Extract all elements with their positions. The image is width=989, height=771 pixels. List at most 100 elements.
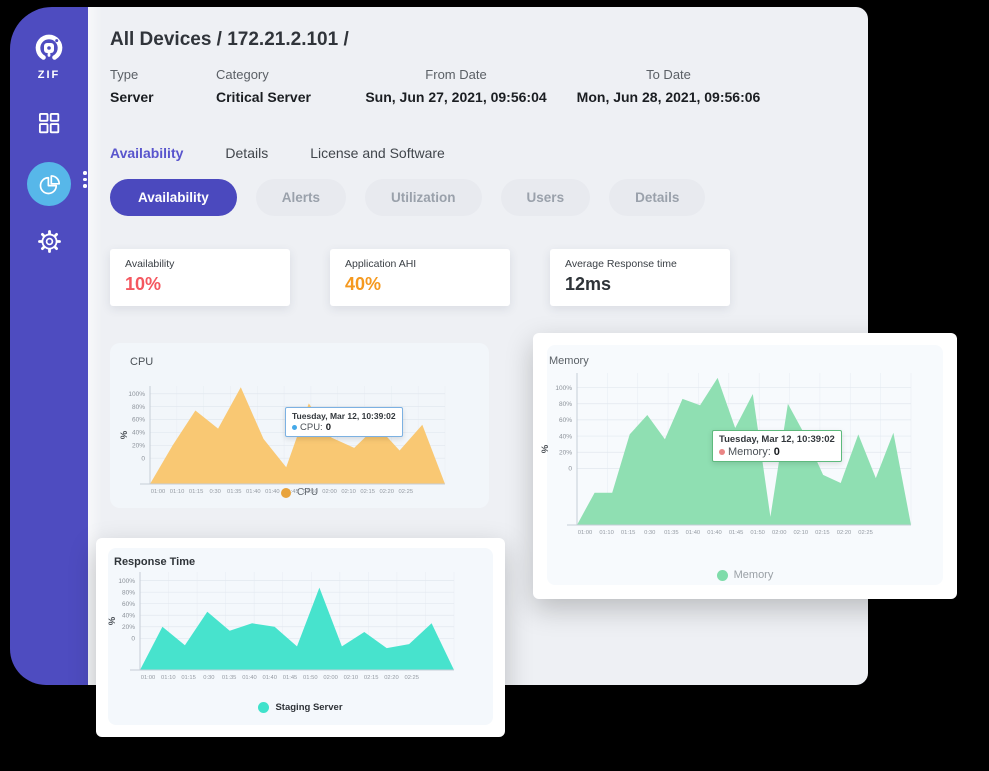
- svg-text:02:10: 02:10: [344, 675, 359, 681]
- sidebar-item-dashboard[interactable]: [36, 109, 63, 136]
- legend-dot: [258, 702, 269, 713]
- gear-icon: [36, 228, 63, 255]
- svg-text:01:00: 01:00: [578, 530, 593, 536]
- field-to-date-label: To Date: [576, 67, 761, 82]
- svg-text:01:15: 01:15: [621, 530, 636, 536]
- svg-text:20%: 20%: [122, 624, 135, 631]
- tooltip-series-label: Memory:: [728, 446, 771, 458]
- memory-chart-card: Memory 100%80%60%40%20%001:0001:1001:150…: [533, 333, 957, 599]
- svg-text:02:15: 02:15: [364, 675, 379, 681]
- metric-label: Average Response time: [565, 258, 730, 270]
- svg-text:20%: 20%: [132, 443, 145, 450]
- svg-text:02:00: 02:00: [772, 530, 787, 536]
- analytics-active-button[interactable]: [27, 162, 71, 206]
- field-from-date-value: Sun, Jun 27, 2021, 09:56:04: [336, 89, 576, 105]
- metric-value: 40%: [345, 274, 510, 295]
- svg-text:01:40: 01:40: [242, 675, 257, 681]
- sidebar-item-settings[interactable]: [36, 228, 63, 255]
- breadcrumb: All Devices / 172.21.2.101 /: [110, 29, 349, 51]
- svg-text:02:20: 02:20: [384, 675, 399, 681]
- cpu-tooltip: Tuesday, Mar 12, 10:39:02 CPU: 0: [285, 407, 403, 437]
- metric-card-availability: Availability 10%: [110, 249, 290, 306]
- svg-text:80%: 80%: [132, 404, 145, 411]
- svg-text:40%: 40%: [132, 430, 145, 437]
- tooltip-date: Tuesday, Mar 12, 10:39:02: [292, 411, 396, 421]
- metric-card-average-response-time: Average Response time 12ms: [550, 249, 730, 306]
- pill-alerts[interactable]: Alerts: [256, 179, 346, 216]
- legend-dot: [717, 570, 728, 581]
- cpu-chart-panel: CPU 100%80%60%40%20%001:0001:1001:150:30…: [110, 343, 489, 508]
- svg-text:60%: 60%: [559, 417, 572, 424]
- metric-label: Application AHI: [345, 258, 510, 270]
- cpu-chart-title: CPU: [130, 356, 153, 368]
- field-type: Type Server: [110, 67, 216, 105]
- dashboard-icon: [36, 110, 62, 136]
- memory-tooltip: Tuesday, Mar 12, 10:39:02 Memory: 0: [712, 430, 842, 462]
- response-time-legend: Staging Server: [96, 702, 505, 713]
- svg-text:%: %: [119, 430, 130, 439]
- cpu-chart[interactable]: 100%80%60%40%20%001:0001:1001:150:3001:3…: [114, 376, 459, 504]
- response-time-chart-card: Response Time 100%80%60%40%20%001:0001:1…: [96, 538, 505, 737]
- svg-text:01:40: 01:40: [686, 530, 701, 536]
- tab-details[interactable]: Details: [225, 145, 268, 161]
- svg-text:100%: 100%: [555, 385, 572, 392]
- field-category-label: Category: [216, 67, 336, 82]
- svg-text:02:15: 02:15: [815, 530, 830, 536]
- field-type-value: Server: [110, 89, 216, 105]
- response-time-chart[interactable]: 100%80%60%40%20%001:0001:1001:150:3001:3…: [102, 564, 470, 690]
- svg-text:0:30: 0:30: [644, 530, 655, 536]
- tooltip-series-dot: [719, 449, 725, 455]
- svg-text:%: %: [107, 616, 118, 625]
- section-tabs: Availability Details License and Softwar…: [110, 145, 445, 161]
- svg-text:0: 0: [568, 466, 572, 473]
- cpu-legend: CPU: [110, 487, 489, 498]
- metric-label: Availability: [125, 258, 290, 270]
- legend-dot: [281, 488, 291, 498]
- svg-text:02:25: 02:25: [858, 530, 873, 536]
- zif-logo-text: ZIF: [38, 69, 61, 81]
- tab-availability[interactable]: Availability: [110, 145, 183, 161]
- svg-text:01:50: 01:50: [750, 530, 765, 536]
- sidebar: ZIF: [10, 7, 88, 685]
- pill-details[interactable]: Details: [609, 179, 705, 216]
- svg-text:01:35: 01:35: [664, 530, 679, 536]
- svg-text:01:45: 01:45: [283, 675, 298, 681]
- metric-card-application-ahi: Application AHI 40%: [330, 249, 510, 306]
- pill-availability[interactable]: Availability: [110, 179, 237, 216]
- page-background: ZIF: [0, 0, 989, 771]
- zif-logo: ZIF: [31, 31, 67, 81]
- svg-text:100%: 100%: [118, 578, 135, 585]
- legend-label: CPU: [297, 487, 318, 498]
- svg-text:02:10: 02:10: [794, 530, 809, 536]
- svg-text:01:15: 01:15: [181, 675, 196, 681]
- svg-text:0: 0: [131, 635, 135, 642]
- filter-pills: Availability Alerts Utilization Users De…: [110, 179, 705, 216]
- zif-logo-icon: [31, 31, 67, 67]
- svg-text:40%: 40%: [122, 612, 135, 619]
- legend-label: Memory: [734, 569, 774, 581]
- kebab-menu-icon[interactable]: [83, 171, 87, 188]
- tooltip-series-value: 0: [774, 446, 780, 458]
- field-type-label: Type: [110, 67, 216, 82]
- svg-text:02:25: 02:25: [405, 675, 420, 681]
- tab-license-and-software[interactable]: License and Software: [310, 145, 445, 161]
- svg-text:0: 0: [141, 455, 145, 462]
- svg-text:01:40: 01:40: [262, 675, 277, 681]
- svg-text:02:00: 02:00: [323, 675, 338, 681]
- svg-text:100%: 100%: [128, 391, 145, 398]
- svg-text:01:50: 01:50: [303, 675, 318, 681]
- tooltip-series-value: 0: [326, 422, 331, 433]
- svg-text:20%: 20%: [559, 449, 572, 456]
- pill-users[interactable]: Users: [501, 179, 591, 216]
- pill-utilization[interactable]: Utilization: [365, 179, 482, 216]
- tooltip-date: Tuesday, Mar 12, 10:39:02: [719, 434, 835, 445]
- svg-text:01:10: 01:10: [161, 675, 176, 681]
- svg-text:02:20: 02:20: [837, 530, 852, 536]
- svg-text:40%: 40%: [559, 433, 572, 440]
- svg-text:01:45: 01:45: [729, 530, 744, 536]
- legend-label: Staging Server: [275, 702, 342, 713]
- memory-legend: Memory: [533, 569, 957, 581]
- field-category-value: Critical Server: [216, 89, 336, 105]
- metric-value: 12ms: [565, 274, 730, 295]
- tooltip-series-dot: [292, 425, 297, 430]
